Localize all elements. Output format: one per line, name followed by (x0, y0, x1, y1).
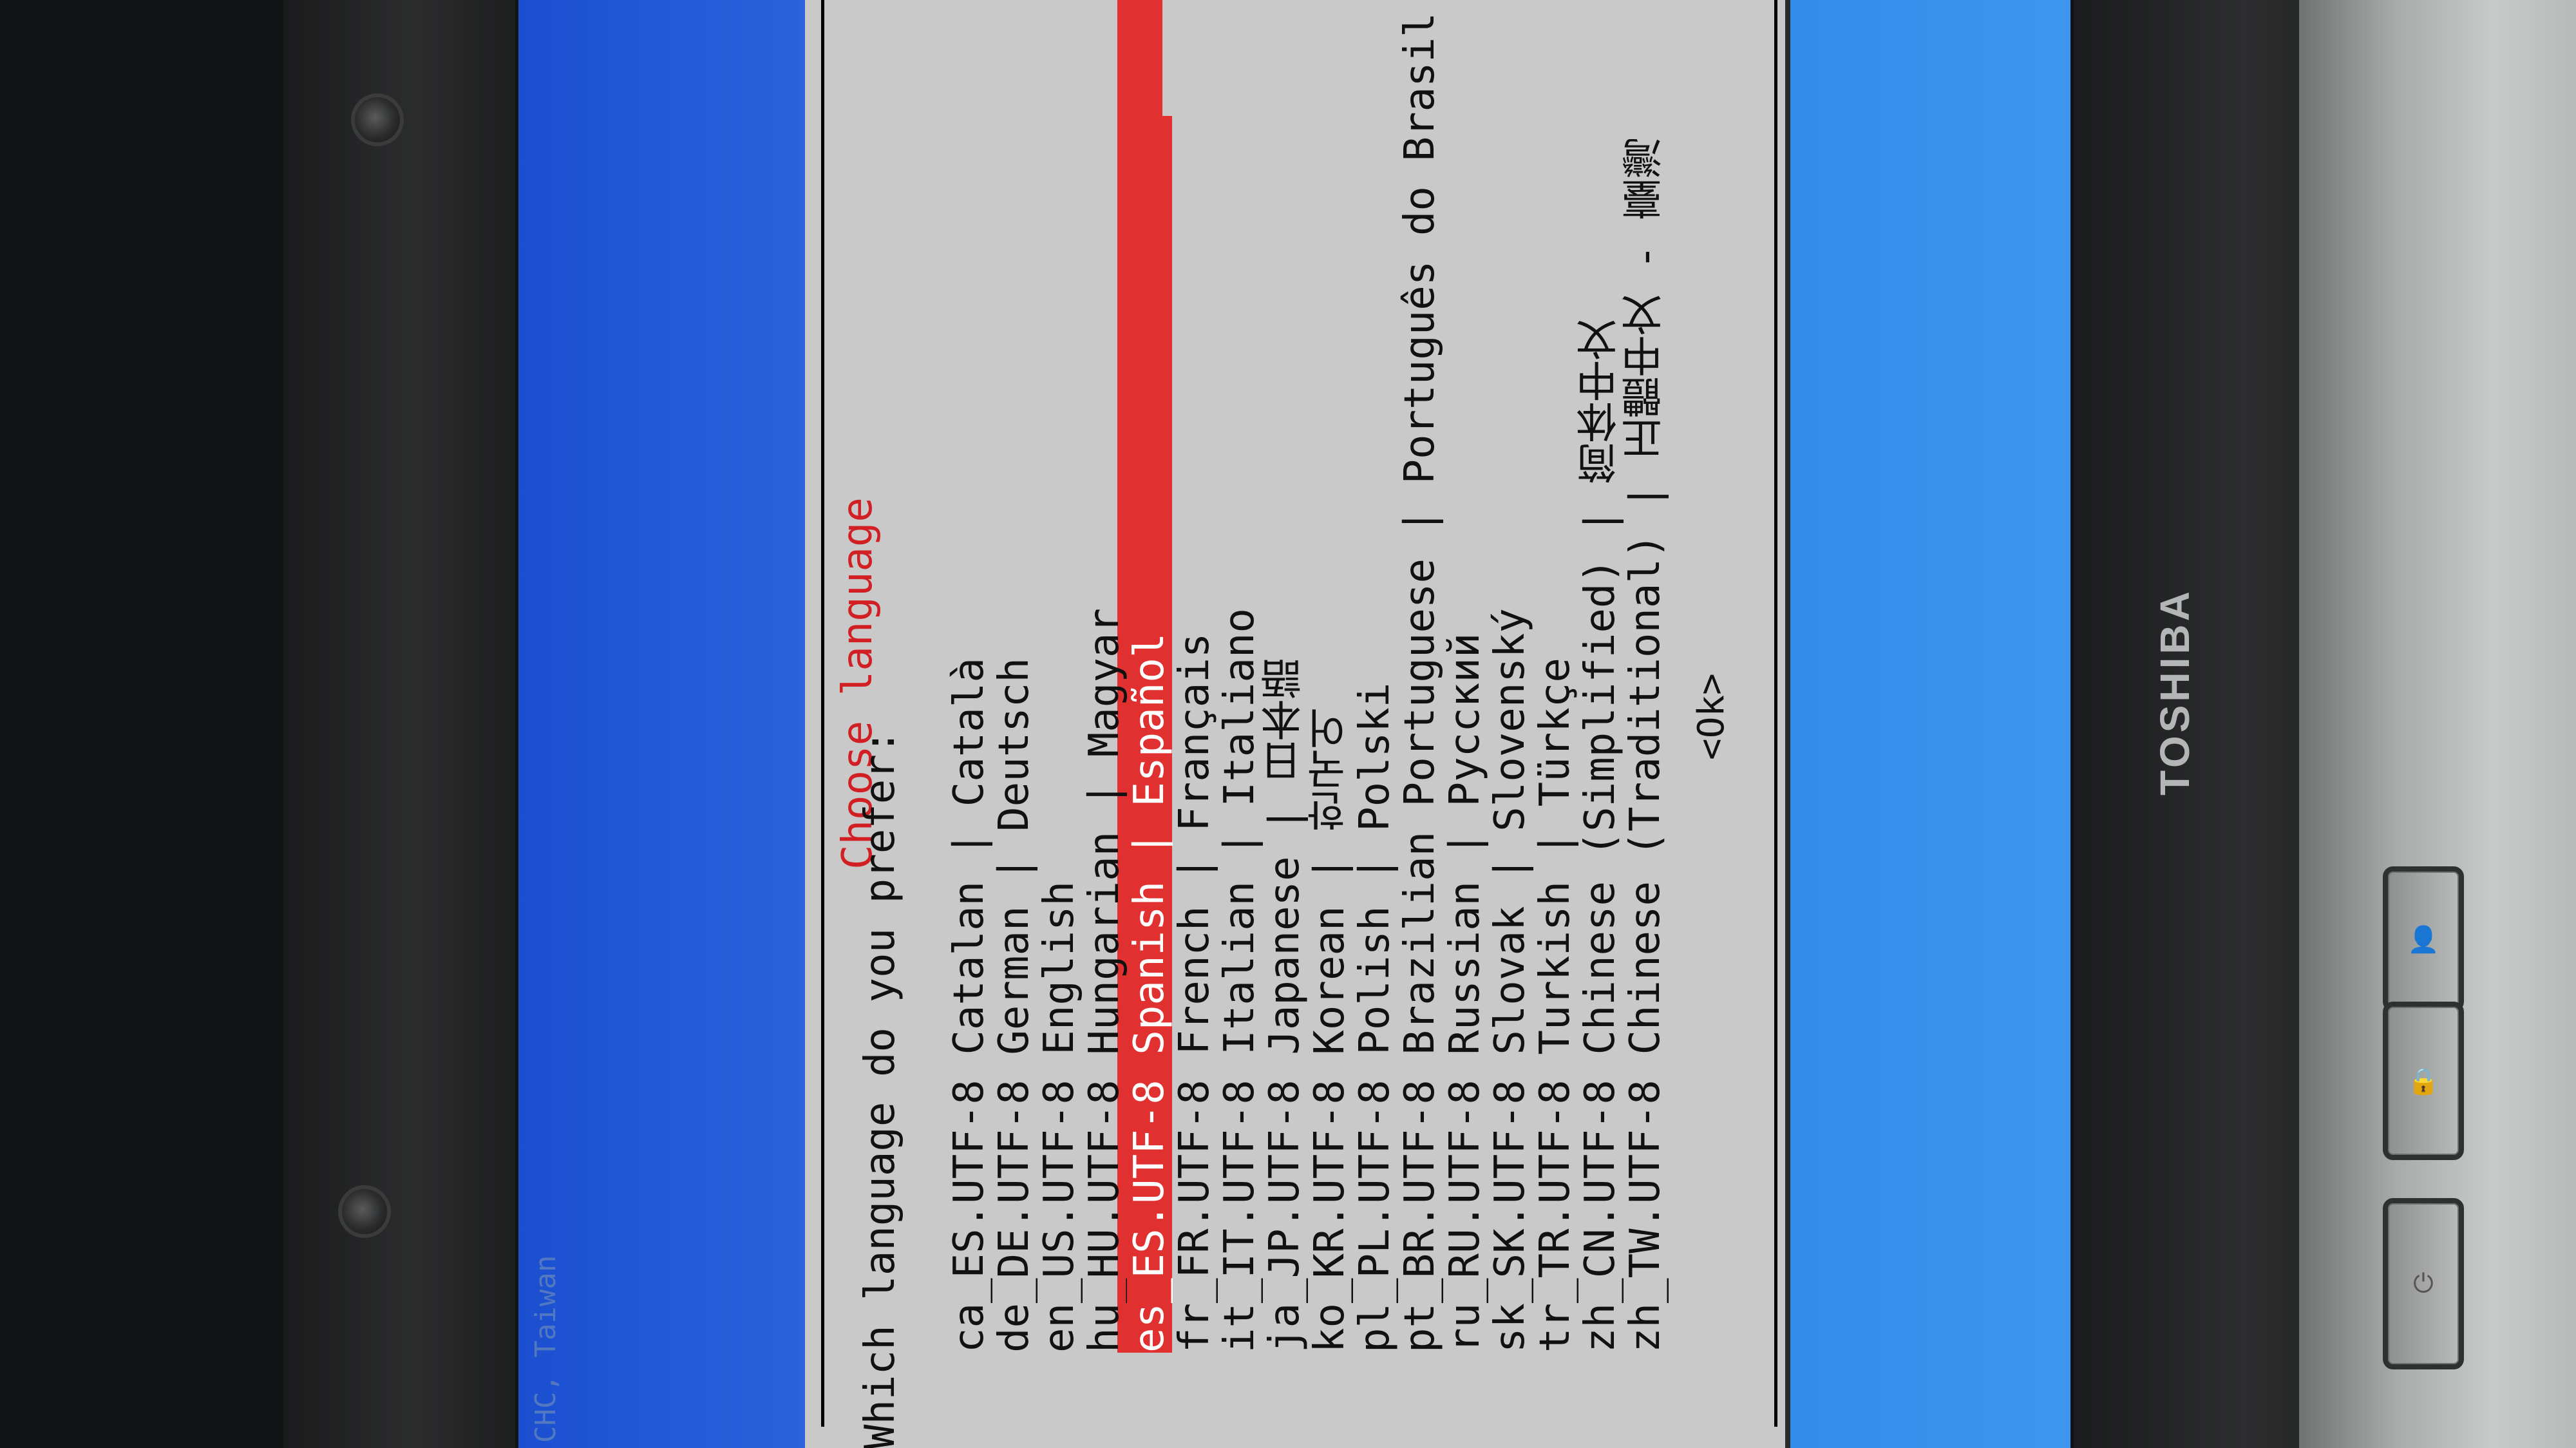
left-bezel (283, 0, 515, 1448)
language-option-ja-jp[interactable]: ja_JP.UTF-8 Japanese | 日本語 (1261, 116, 1309, 1353)
language-option-ca-es[interactable]: ca_ES.UTF-8 Catalan | Català (945, 116, 993, 1353)
language-option-zh-tw[interactable]: zh_TW.UTF-8 Chinese (Traditional) | 正體中文… (1622, 116, 1669, 1353)
language-option-pt-br[interactable]: pt_BR.UTF-8 Brazilian Portuguese | Portu… (1396, 12, 1444, 1353)
bezel-screw (338, 1185, 391, 1238)
power-icon[interactable]: ⏻ (2383, 1198, 2464, 1369)
bezel-screw (351, 93, 404, 146)
language-option-zh-cn[interactable]: zh_CN.UTF-8 Chinese (Simplified) | 简体中文 (1577, 116, 1624, 1353)
language-option-pl-pl[interactable]: pl_PL.UTF-8 Polish | Polski (1351, 116, 1399, 1353)
lock-icon[interactable]: 🔒 (2383, 1002, 2464, 1160)
person-icon[interactable]: 👤 (2383, 866, 2464, 1012)
dialog-text-layer: Choose language Which language do you pr… (828, 0, 1794, 1448)
language-option-tr-tr[interactable]: tr_TR.UTF-8 Turkish | Türkçe (1531, 116, 1579, 1353)
language-option-en-us[interactable]: en_US.UTF-8 English (1036, 116, 1083, 1353)
dialog-prompt: Which language do you prefer: (857, 729, 904, 1448)
ok-button[interactable]: <Ok> (1690, 663, 1732, 760)
language-option-it-it[interactable]: it_IT.UTF-8 Italian | Italiano (1216, 116, 1264, 1353)
language-option-de-de[interactable]: de_DE.UTF-8 German | Deutsch (990, 116, 1038, 1353)
brand-logo: TOSHIBA (2152, 588, 2198, 795)
language-option-fr-fr[interactable]: fr_FR.UTF-8 French | Français (1171, 116, 1218, 1353)
laptop-photo: CHC, Taiwan Choose language Which langua… (0, 0, 2576, 1448)
language-option-es-es[interactable]: es_ES.UTF-8 Spanish | Español (1126, 116, 1173, 1353)
language-option-sk-sk[interactable]: sk_SK.UTF-8 Slovak | Slovenský (1486, 116, 1534, 1353)
language-option-ru-ru[interactable]: ru_RU.UTF-8 Russian | Русский (1441, 116, 1489, 1353)
screen-footer-text: CHC, Taiwan (529, 1255, 562, 1443)
language-option-hu-hu[interactable]: hu_HU.UTF-8 Hungarian | Magyar (1081, 116, 1128, 1353)
language-option-ko-kr[interactable]: ko_KR.UTF-8 Korean | 한국어 (1306, 116, 1354, 1353)
